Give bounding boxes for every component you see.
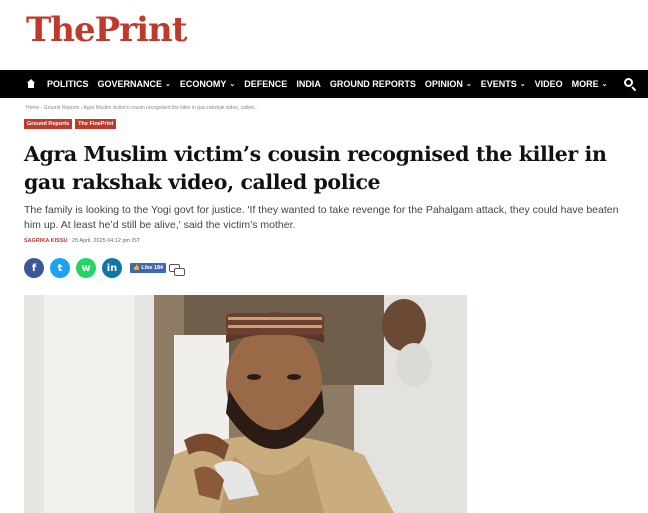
nav-item-label: MORE: [571, 79, 599, 89]
publish-date: 25 April, 2025 04:12 pm IST: [72, 238, 141, 244]
facebook-share-button[interactable]: f: [24, 258, 44, 278]
nav-item-video[interactable]: VIDEO: [535, 70, 563, 98]
nav-item-label: POLITICS: [47, 79, 89, 89]
share-bar: f t w in 👍 Like 184: [24, 258, 186, 278]
nav-item-opinion[interactable]: OPINION ⌄: [425, 70, 472, 98]
chevron-down-icon: ⌄: [519, 81, 526, 88]
category-tags: Ground Reports The FinePrint: [24, 119, 117, 129]
article-headline: Agra Muslim victim’s cousin recognised t…: [24, 142, 607, 194]
nav-item-defence[interactable]: DEFENCE: [244, 70, 287, 98]
chevron-down-icon: ⌄: [465, 81, 472, 88]
chevron-down-icon: ⌄: [601, 81, 608, 88]
chevron-down-icon: ⌄: [229, 81, 236, 88]
nav-item-more[interactable]: MORE ⌄: [572, 70, 608, 98]
nav-item-label: INDIA: [296, 79, 321, 89]
search-icon[interactable]: [624, 78, 637, 92]
nav-item-india[interactable]: INDIA: [296, 70, 321, 98]
chevron-down-icon: ⌄: [165, 81, 171, 88]
header: ThePrint: [0, 0, 648, 70]
tag-fineprint[interactable]: The FinePrint: [75, 119, 117, 129]
nav-item-label: GOVERNANCE: [97, 79, 163, 89]
nav-item-label: ECONOMY: [179, 79, 227, 89]
nav-item-label: OPINION: [424, 79, 463, 89]
nav-item-label: GROUND REPORTS: [329, 79, 416, 89]
nav-item-economy[interactable]: ECONOMY ⌄: [180, 70, 235, 98]
nav-item-ground-reports[interactable]: GROUND REPORTS: [330, 70, 416, 98]
nav-item-label: VIDEO: [534, 79, 563, 89]
nav-item-events[interactable]: EVENTS ⌄: [481, 70, 526, 98]
nav-item-label: EVENTS: [480, 79, 517, 89]
tag-ground-reports[interactable]: Ground Reports: [24, 119, 73, 129]
main-nav: POLITICS GOVERNANCE ⌄ ECONOMY ⌄ DEFENCE INDIA G…: [0, 70, 648, 98]
whatsapp-share-button[interactable]: w: [76, 258, 96, 278]
facebook-like-button[interactable]: 👍 Like 184: [130, 263, 167, 273]
article-hero-image: [24, 295, 467, 513]
twitter-share-button[interactable]: t: [50, 258, 70, 278]
breadcrumb[interactable]: Home › Ground Reports › Agra Muslim vict…: [26, 105, 258, 111]
comments-icon[interactable]: [169, 264, 186, 278]
author-link[interactable]: SAGRIKA KISSU: [24, 238, 68, 244]
photo-illustration: [24, 295, 467, 513]
nav-item-governance[interactable]: GOVERNANCE ⌄: [98, 70, 171, 98]
byline: SAGRIKA KISSU 25 April, 2025 04:12 pm IS…: [24, 238, 140, 244]
linkedin-share-button[interactable]: in: [102, 258, 122, 278]
nav-item-politics[interactable]: POLITICS: [47, 70, 89, 98]
site-logo[interactable]: ThePrint: [26, 10, 187, 50]
article-subhead: The family is looking to the Yogi govt f…: [24, 204, 619, 231]
home-icon[interactable]: [26, 79, 36, 89]
nav-item-label: DEFENCE: [244, 79, 288, 89]
